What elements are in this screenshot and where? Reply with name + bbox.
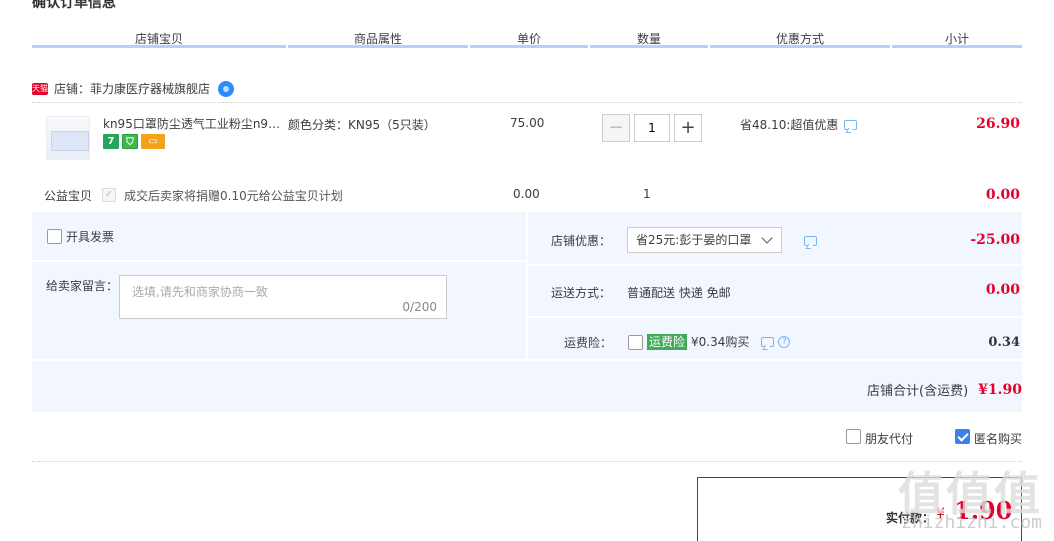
invoice-checkbox[interactable]	[47, 229, 62, 244]
charity-label: 公益宝贝	[44, 189, 93, 203]
shop-total-label: 店铺合计(含运费)	[867, 384, 969, 399]
wangwang-chat-icon[interactable]	[218, 81, 235, 97]
charity-subtotal: 0.00	[985, 187, 1020, 203]
item-badges: 7 ⛉ ▭	[103, 134, 165, 149]
table-header: 店铺宝贝 商品属性 单价 数量 优惠方式 小计	[32, 30, 1022, 50]
friend-pay-label: 朋友代付	[865, 432, 914, 446]
chat-icon[interactable]	[844, 119, 858, 130]
shield-icon[interactable]: ⛉	[122, 134, 138, 149]
header-quantity: 数量	[590, 30, 708, 48]
quantity-plus-button[interactable]: +	[674, 114, 702, 142]
charity-qty: 1	[643, 187, 651, 201]
anonymous-label: 匿名购买	[974, 432, 1023, 446]
shop-line: 天猫 店铺：菲力康医疗器械旗舰店	[32, 80, 235, 98]
charity-checkbox: ✓	[102, 188, 116, 202]
vertical-divider	[526, 212, 528, 360]
shipping-label: 运送方式：	[551, 286, 612, 300]
friend-pay-checkbox[interactable]	[846, 429, 861, 444]
header-price: 单价	[470, 30, 588, 48]
chat-icon[interactable]	[804, 236, 817, 246]
right-divider-1	[528, 264, 1022, 266]
insurance-option: 运费险 ¥0.34购买 ?	[647, 333, 791, 350]
item-title-link[interactable]: kn95口罩防尘透气工业粉尘n95防护口罩	[103, 115, 283, 132]
anonymous-checkbox[interactable]	[955, 429, 970, 444]
quantity-minus-button[interactable]: −	[602, 114, 630, 142]
shop-total: 店铺合计(含运费) ¥1.90	[867, 380, 1022, 400]
insurance-label: 运费险：	[564, 336, 613, 350]
memo-label: 给卖家留言：	[46, 279, 119, 293]
item-promo: 省48.10:超值优惠	[740, 116, 858, 133]
shop-discount-amount: -25.00	[970, 232, 1020, 248]
charity-text: 成交后卖家将捐赠0.10元给公益宝贝计划	[124, 189, 343, 203]
item-price: 75.00	[510, 116, 545, 130]
chevron-down-icon	[761, 232, 773, 244]
item-attribute: 颜色分类：KN95（5只装）	[288, 118, 436, 132]
memo-counter: 0/200	[402, 300, 437, 314]
separator	[32, 461, 1022, 462]
header-shop-item: 店铺宝贝	[32, 30, 286, 48]
left-divider	[32, 260, 526, 262]
insurance-tag: 运费险	[647, 333, 688, 350]
header-promo: 优惠方式	[710, 30, 890, 48]
insurance-amount: 0.34	[988, 335, 1020, 350]
seven-day-return-icon[interactable]: 7	[103, 134, 119, 149]
shop-discount-value: 省25元:彭于晏的口罩	[636, 233, 752, 247]
promo-text: 省48.10:超值优惠	[740, 118, 839, 132]
bottom-divider	[32, 359, 1022, 361]
help-icon[interactable]: ?	[778, 335, 791, 348]
memo-textarea[interactable]: 选填,请先和商家协商一致 0/200	[119, 275, 447, 319]
shop-discount-select[interactable]: 省25元:彭于晏的口罩	[627, 227, 782, 253]
charity-price: 0.00	[513, 187, 540, 201]
item-thumbnail[interactable]	[46, 116, 90, 160]
tmall-badge-icon: 天猫	[32, 83, 48, 95]
card-icon[interactable]: ▭	[141, 134, 165, 149]
invoice-label: 开具发票	[66, 230, 115, 244]
shop-discount-label: 店铺优惠：	[551, 234, 612, 248]
right-divider-2	[528, 316, 1022, 318]
watermark-sub: zhizhizhi.com	[901, 512, 1042, 533]
shipping-amount: 0.00	[985, 282, 1020, 298]
item-subtotal: 26.90	[976, 116, 1020, 132]
shop-total-amount: ¥1.90	[978, 381, 1022, 398]
header-subtotal: 小计	[892, 30, 1022, 48]
insurance-checkbox[interactable]	[628, 335, 643, 350]
insurance-price: ¥0.34购买	[691, 335, 750, 349]
header-attr: 商品属性	[288, 30, 468, 48]
quantity-input[interactable]	[634, 114, 670, 142]
shop-name[interactable]: 店铺：菲力康医疗器械旗舰店	[54, 80, 210, 98]
shipping-value: 普通配送 快递 免邮	[627, 286, 731, 300]
section-title: 确认订单信息	[32, 0, 116, 11]
quantity-stepper: − +	[602, 114, 702, 142]
chat-icon[interactable]	[761, 336, 775, 347]
memo-placeholder: 选填,请先和商家协商一致	[132, 285, 268, 299]
